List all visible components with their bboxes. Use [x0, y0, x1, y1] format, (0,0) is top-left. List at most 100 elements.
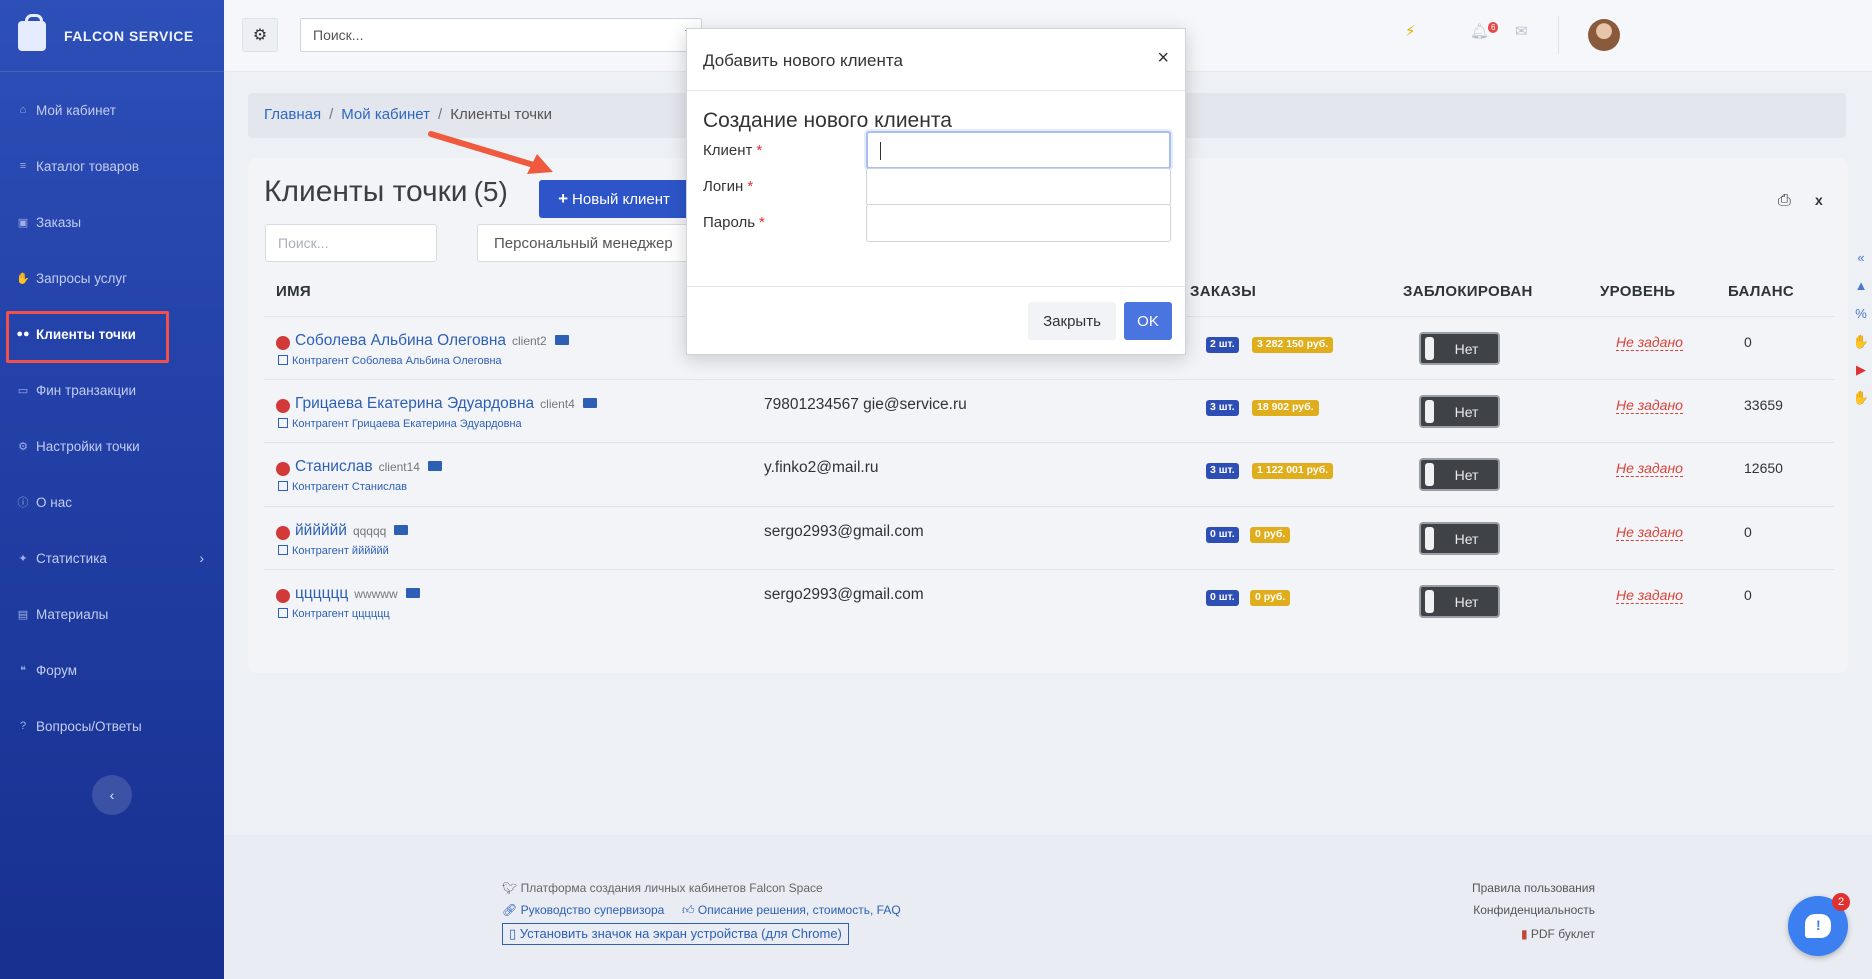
contractor-label: Контрагент Станислав: [292, 481, 408, 493]
level-link[interactable]: Не задано: [1616, 460, 1683, 477]
new-client-label: Новый клиент: [572, 190, 670, 208]
level-link[interactable]: Не задано: [1616, 524, 1683, 541]
sidebar-item-orders[interactable]: ▣ Заказы: [0, 194, 224, 250]
envelope-icon[interactable]: ✉: [1515, 22, 1528, 40]
column-header-balance[interactable]: БАЛАНС: [1728, 283, 1794, 300]
privacy-link[interactable]: Конфиденциальность: [1473, 903, 1595, 917]
bell-icon[interactable]: 🔔︎: [1470, 22, 1489, 40]
orders-sum-badge: 0 руб.: [1250, 590, 1291, 606]
home-icon: ⌂: [19, 104, 27, 116]
sidebar-item-materials[interactable]: ▤ Материалы: [0, 586, 224, 642]
level-link[interactable]: Не задано: [1616, 334, 1683, 351]
contractor-link[interactable]: Контрагент Станислав: [278, 481, 407, 493]
blocked-toggle[interactable]: Нет: [1419, 585, 1500, 618]
blocked-toggle[interactable]: Нет: [1419, 458, 1500, 491]
search-placeholder: Поиск...: [313, 27, 364, 43]
client-name-link[interactable]: Соболева Альбина Олеговна client2: [295, 332, 569, 350]
client-name-link[interactable]: цццццц wwwww: [295, 585, 420, 603]
highlight-box: [6, 311, 169, 363]
column-header-level[interactable]: УРОВЕНЬ: [1600, 283, 1675, 300]
breadcrumb-cabinet[interactable]: Мой кабинет: [341, 106, 430, 123]
column-header-name[interactable]: ИМЯ: [276, 283, 311, 300]
hand-icon[interactable]: ✋: [1850, 334, 1872, 362]
orders-count-badge: 0 шт.: [1206, 527, 1239, 543]
sidebar-item-statistics[interactable]: ✦ Статистика ›: [0, 530, 224, 586]
bolt-icon[interactable]: ⚡: [1405, 22, 1416, 40]
gears-icon: ⚙: [252, 27, 268, 44]
blocked-toggle[interactable]: Нет: [1419, 332, 1500, 365]
orders-sum-badge: 1 122 001 руб.: [1252, 463, 1334, 479]
envelope-icon[interactable]: [582, 398, 597, 408]
client-name-link[interactable]: йййййй qqqqq: [295, 522, 409, 540]
new-client-button[interactable]: + Новый клиент: [539, 180, 689, 218]
sidebar-item-clients[interactable]: ●● Клиенты точки: [0, 306, 224, 363]
envelope-icon[interactable]: [427, 461, 442, 471]
table-search-input[interactable]: Поиск...: [265, 224, 437, 262]
collapse-sidebar-button[interactable]: ‹: [92, 775, 132, 815]
blocked-toggle[interactable]: Нет: [1419, 395, 1500, 428]
excel-export-icon[interactable]: x: [1815, 192, 1823, 208]
sidebar-item-label: Фин транзакции: [36, 382, 137, 398]
percent-icon[interactable]: %: [1850, 306, 1872, 334]
column-header-orders[interactable]: ЗАКАЗЫ: [1190, 283, 1256, 300]
close-button[interactable]: Закрыть: [1028, 302, 1116, 340]
edit-icon: [278, 418, 288, 428]
status-dot: [276, 589, 290, 603]
login-input[interactable]: [866, 168, 1171, 206]
envelope-icon[interactable]: [394, 525, 409, 535]
level-link[interactable]: Не задано: [1616, 397, 1683, 414]
sidebar-item-faq[interactable]: ? Вопросы/Ответы: [0, 698, 224, 754]
comments-icon: ❝: [20, 664, 26, 677]
hand-paper-icon[interactable]: ✋: [1850, 390, 1872, 418]
description-link[interactable]: 👍︎ Описание решения, стоимость, FAQ: [682, 903, 901, 918]
brand[interactable]: FALCON SERVICE: [0, 0, 224, 72]
client-name-link[interactable]: Станислав client14: [295, 458, 442, 476]
contractor-link[interactable]: Контрагент цццццц: [278, 608, 390, 620]
client-input[interactable]: [866, 131, 1171, 169]
blocked-label: Нет: [1454, 530, 1479, 547]
pdf-link[interactable]: ▮ PDF буклет: [1521, 927, 1595, 941]
sidebar-item-label: Материалы: [36, 606, 109, 622]
blocked-toggle[interactable]: Нет: [1419, 522, 1500, 555]
settings-gear-button[interactable]: ⚙: [242, 18, 278, 52]
guide-link[interactable]: 🔗︎ Руководство супервизора: [502, 903, 664, 917]
sidebar-item-transactions[interactable]: ▭ Фин транзакции: [0, 362, 224, 418]
ok-button[interactable]: OK: [1124, 302, 1172, 340]
contractor-link[interactable]: Контрагент Грицаева Екатерина Эдуардовна: [278, 418, 522, 430]
envelope-icon[interactable]: [405, 588, 420, 598]
contractor-link[interactable]: Контрагент Соболева Альбина Олеговна: [278, 355, 502, 367]
thumbs-up-icon[interactable]: ▲: [1850, 278, 1872, 306]
install-button[interactable]: ▯ Установить значок на экран устройства …: [502, 923, 849, 945]
avatar[interactable]: [1588, 19, 1620, 51]
sidebar-item-service-requests[interactable]: ✋ Запросы услуг: [0, 250, 224, 306]
shopping-bag-icon: [18, 13, 46, 51]
status-dot: [276, 526, 290, 540]
column-header-blocked[interactable]: ЗАБЛОКИРОВАН: [1403, 283, 1533, 300]
orders-count-badge: 0 шт.: [1206, 590, 1239, 606]
required-mark: *: [747, 178, 754, 195]
sidebar-item-catalog[interactable]: ≡ Каталог товаров: [0, 138, 224, 194]
topbar-divider: [1558, 16, 1559, 54]
sidebar-item-about[interactable]: ⓘ О нас: [0, 474, 224, 530]
contractor-label: Контрагент Грицаева Екатерина Эдуардовна: [292, 418, 522, 430]
level-link[interactable]: Не задано: [1616, 587, 1683, 604]
money-icon: ▭: [17, 384, 29, 397]
double-chevron-left-icon[interactable]: «: [1850, 250, 1872, 278]
terms-link[interactable]: Правила пользования: [1472, 881, 1595, 895]
global-search-select[interactable]: Поиск...: [300, 18, 702, 52]
password-input[interactable]: [866, 204, 1171, 242]
envelope-icon[interactable]: [554, 335, 569, 345]
youtube-icon[interactable]: ▶: [1850, 362, 1872, 390]
info-icon: ⓘ: [17, 497, 29, 509]
sidebar-item-forum[interactable]: ❝ Форум: [0, 642, 224, 698]
client-contact: 79801234567 gie@service.ru: [764, 396, 967, 413]
close-icon[interactable]: ×: [1157, 47, 1169, 70]
install-label: Установить значок на экран устройства (д…: [519, 926, 842, 941]
sidebar-item-settings[interactable]: ⚙ Настройки точки: [0, 418, 224, 474]
sidebar-item-cabinet[interactable]: ⌂ Мой кабинет: [0, 82, 224, 138]
bird-icon: 🐦︎: [502, 881, 521, 895]
print-icon[interactable]: ⎙: [1778, 192, 1791, 210]
contractor-link[interactable]: Контрагент йййййй: [278, 545, 389, 557]
client-name-link[interactable]: Грицаева Екатерина Эдуардовна client4: [295, 395, 597, 413]
breadcrumb-home[interactable]: Главная: [264, 106, 321, 123]
